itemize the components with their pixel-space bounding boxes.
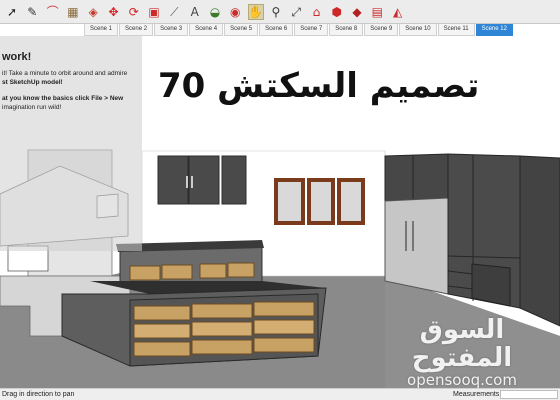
measurements-label: Measurements <box>453 391 500 398</box>
scene-tab[interactable]: Scene 3 <box>154 24 189 36</box>
tape-measure-tool[interactable]: ⟋ <box>166 4 182 20</box>
opensooq-watermark: السوق المفتوح opensooq.com <box>372 316 552 388</box>
magnifier-icon: ⚲ <box>271 4 281 19</box>
move-arrows-icon: ✥ <box>108 4 119 19</box>
paint-bucket-icon: ◒ <box>209 4 221 19</box>
eraser-icon: ◈ <box>88 4 98 19</box>
component-button[interactable]: ◭ <box>390 4 406 20</box>
paint-bucket-tool[interactable]: ◒ <box>207 4 223 20</box>
scale-icon: ▣ <box>148 4 160 19</box>
arc-icon: ⌒ <box>46 4 59 19</box>
text-tool[interactable]: A <box>187 4 203 20</box>
instructor-line: it! Take a minute to orbit around and ad… <box>2 70 128 77</box>
layout-button[interactable]: ▤ <box>369 4 385 20</box>
move-tool[interactable]: ✥ <box>105 4 121 20</box>
instructor-panel: work! it! Take a minute to orbit around … <box>0 36 142 251</box>
scale-tool[interactable]: ▣ <box>146 4 162 20</box>
measurements-input[interactable] <box>500 390 558 399</box>
text-icon: A <box>190 4 199 19</box>
model-viewport[interactable]: work! it! Take a minute to orbit around … <box>0 36 560 388</box>
arc-tool[interactable]: ⌒ <box>45 4 61 20</box>
status-message: Drag in direction to pan <box>2 391 75 398</box>
upper-cabinets <box>157 155 247 205</box>
layout-icon: ▤ <box>371 4 384 19</box>
instructor-title: work! <box>2 51 32 63</box>
select-tool[interactable]: ➚ <box>4 4 20 20</box>
watermark-latin: opensooq.com <box>407 371 517 388</box>
eraser-tool[interactable]: ◈ <box>85 4 101 20</box>
scene-tab[interactable]: Scene 5 <box>224 24 259 36</box>
sketchup-extensions-button[interactable]: ◆ <box>349 4 365 20</box>
watermark-arabic: السوق المفتوح <box>411 315 513 373</box>
pencil-icon: ✎ <box>27 4 38 19</box>
rotate-tool[interactable]: ⟳ <box>126 4 142 20</box>
orbit-icon: ◉ <box>230 4 241 19</box>
instructor-line <box>2 87 138 95</box>
hand-icon: ✋ <box>248 4 264 19</box>
zoom-tool[interactable]: ⚲ <box>268 4 284 20</box>
tape-measure-icon: ⟋ <box>170 4 179 19</box>
scene-tab[interactable]: Scene 10 <box>399 24 437 36</box>
arrow-cursor-icon: ➚ <box>6 4 18 19</box>
scene-tabs: Scene 1 Scene 2 Scene 3 Scene 4 Scene 5 Scene… <box>84 24 514 36</box>
wall-windows <box>274 178 365 225</box>
scene-tab[interactable]: Scene 6 <box>259 24 294 36</box>
instructor-line: imagination run wild! <box>2 103 62 111</box>
instructor-body: it! Take a minute to orbit around and ad… <box>2 70 138 112</box>
rectangle-icon: ▦ <box>67 4 79 19</box>
3d-warehouse-button[interactable]: ⌂ <box>308 4 324 20</box>
zoom-extents-icon: ⤢ <box>291 4 301 19</box>
pan-tool[interactable]: ✋ <box>247 3 264 20</box>
zoom-extents-tool[interactable]: ⤢ <box>288 4 304 20</box>
warehouse-icon: ⌂ <box>312 4 321 19</box>
extension-icon: ⬢ <box>331 4 342 19</box>
toolbar: ➚ ✎ ⌒ ▦ ◈ ✥ ⟳ ▣ ⟋ A ◒ ◉ ✋ ⚲ ⤢ ⌂ ⬢ ◆ ▤ ◭ <box>0 0 560 24</box>
scene-tab[interactable]: Scene 4 <box>189 24 224 36</box>
scene-tab[interactable]: Scene 2 <box>119 24 154 36</box>
kitchen-island <box>61 281 327 367</box>
instructor-line: st SketchUp model! <box>2 78 63 86</box>
scene-tab[interactable]: Scene 9 <box>364 24 399 36</box>
rectangle-tool[interactable]: ▦ <box>65 4 81 20</box>
component-icon: ◭ <box>393 4 403 19</box>
ruby-icon: ◆ <box>352 4 362 19</box>
status-bar: Drag in direction to pan Measurements <box>0 388 560 400</box>
scene-tab[interactable]: Scene 11 <box>437 24 475 36</box>
scene-tab[interactable]: Scene 12 <box>475 24 513 36</box>
scene-tab[interactable]: Scene 7 <box>294 24 329 36</box>
scene-tab[interactable]: Scene 8 <box>329 24 364 36</box>
scene-tab[interactable]: Scene 1 <box>84 24 119 36</box>
rotate-icon: ⟳ <box>128 4 139 19</box>
extension-warehouse-button[interactable]: ⬢ <box>329 4 345 20</box>
orbit-tool[interactable]: ◉ <box>227 4 243 20</box>
instructor-line: at you know the basics click File > New <box>2 95 124 102</box>
line-tool[interactable]: ✎ <box>24 4 40 20</box>
arabic-overlay-title: تصميم السكتش 70 <box>158 66 480 106</box>
